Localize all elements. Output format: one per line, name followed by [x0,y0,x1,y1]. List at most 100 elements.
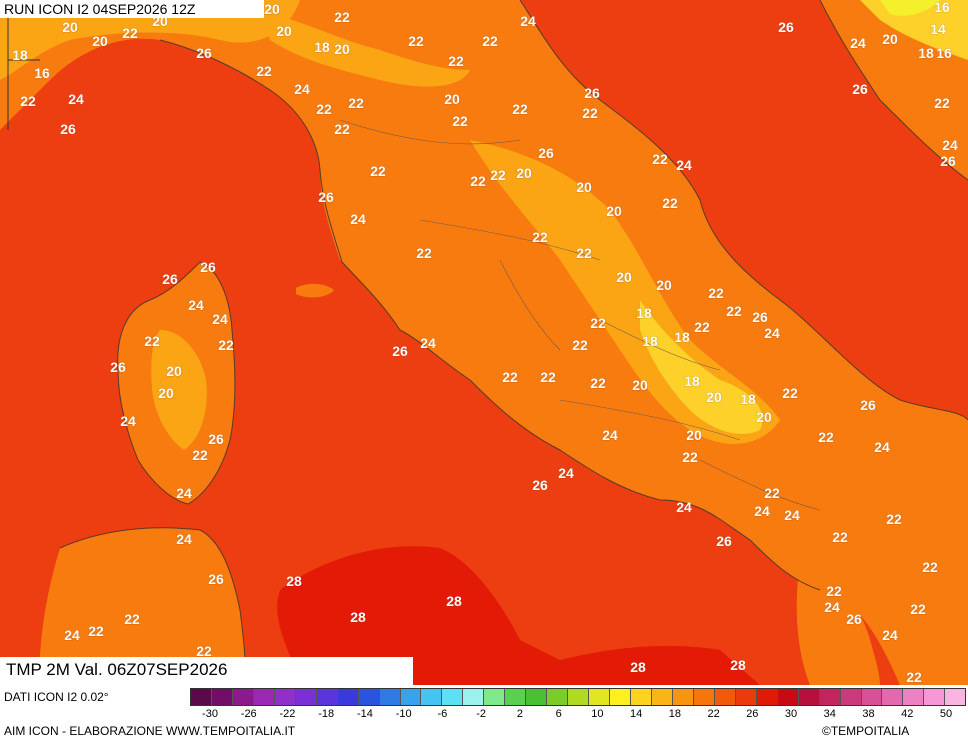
legend-tick-label: -18 [318,708,335,720]
temperature-value: 24 [676,157,692,173]
temperature-value: 20 [706,389,722,405]
legend-swatch [819,689,841,705]
temperature-value: 24 [176,531,192,547]
temperature-value: 22 [682,449,698,465]
temperature-value: 22 [192,447,208,463]
temperature-value: 22 [512,101,528,117]
temperature-value: 22 [502,369,518,385]
legend-tick-label: -22 [279,708,296,720]
temperature-value: 24 [784,507,800,523]
temperature-value: 26 [208,571,224,587]
temperature-value: 16 [34,65,50,81]
temperature-value: 24 [676,499,692,515]
temperature-value: 22 [590,375,606,391]
temperature-value: 22 [256,63,272,79]
temperature-value: 26 [752,309,768,325]
temperature-value: 24 [64,627,80,643]
temperature-value: 22 [144,333,160,349]
legend-swatch [735,689,757,705]
temperature-value: 24 [874,439,890,455]
temperature-value: 28 [730,657,746,673]
temperature-value: 22 [348,95,364,111]
legend-swatch [484,689,506,705]
temperature-value: 22 [334,121,350,137]
legend-swatch [903,689,925,705]
legend-swatch [274,689,296,705]
temperature-value: 26 [846,611,862,627]
legend-ticks: -30 -26 -22 -18 -14 -10 -6 -2 2 6 10 14 18 22 26 30 34 38… [190,708,966,722]
temperature-value: 22 [590,315,606,331]
temperature-value: 20 [166,363,182,379]
legend-tick-label: 22 [707,708,720,720]
temperature-value: 22 [886,511,902,527]
temperature-value: 22 [572,337,588,353]
temperature-value: 18 [918,45,934,61]
temperature-value: 28 [286,573,302,589]
temperature-value: 18 [740,391,756,407]
legend-swatch [924,689,946,705]
temperature-value: 26 [940,153,956,169]
temperature-value: 18 [674,329,690,345]
legend-tick-label: 50 [939,708,953,720]
temperature-value: 18 [636,305,652,321]
legend-swatch [442,689,464,705]
legend-swatch [191,689,212,705]
legend-tick-label: 42 [901,708,914,720]
legend-swatch [882,689,904,705]
legend-swatch [589,689,611,705]
temperature-value: 20 [616,269,632,285]
legend-swatch [295,689,317,705]
temperature-value: 24 [176,485,192,501]
legend-swatch [672,689,694,705]
legend-swatch [610,689,632,705]
temperature-value: 24 [882,627,898,643]
temperature-value: 22 [370,163,386,179]
variable-title: TMP 2M Val. 06Z07SEP2026 [0,657,413,685]
temperature-value: 20 [686,427,702,443]
temperature-value: 22 [470,173,486,189]
temperature-value: 20 [264,1,280,17]
temperature-value: 24 [294,81,310,97]
temperature-value: 22 [532,229,548,245]
legend-swatch [861,689,883,705]
legend-swatch [568,689,590,705]
temperature-value: 22 [652,151,668,167]
temperature-value: 22 [408,33,424,49]
temperature-value: 26 [110,359,126,375]
temperature-value: 28 [446,593,462,609]
temperature-value: 22 [906,669,922,685]
legend-swatch [714,689,736,705]
temperature-value: 20 [334,41,350,57]
temperature-value: 26 [778,19,794,35]
legend-swatch [400,689,422,705]
color-legend [190,688,966,706]
temperature-value: 16 [934,0,950,15]
temperature-value: 22 [452,113,468,129]
legend-swatch [756,689,778,705]
temperature-map: 20 22 242020 22202018 20 22 2218 26 2216 222422 24… [0,0,968,685]
temperature-value: 24 [68,91,84,107]
temperature-value: 24 [602,427,618,443]
legend-tick-label: 2 [516,708,523,720]
data-source-label: DATI ICON I2 0.02° [4,690,109,704]
temperature-value: 22 [122,25,138,41]
temperature-value: 20 [632,377,648,393]
temperature-value: 22 [316,101,332,117]
temperature-value: 22 [708,285,724,301]
temperature-value: 22 [540,369,556,385]
temperature-value: 18 [314,39,330,55]
temperature-value: 22 [88,623,104,639]
temperature-value: 20 [62,19,78,35]
temperature-value: 22 [582,105,598,121]
temperature-value: 26 [852,81,868,97]
legend-swatch [945,689,966,705]
temperature-value: 28 [350,609,366,625]
temperature-value: 24 [212,311,228,327]
temperature-value: 20 [656,277,672,293]
temperature-value: 22 [576,245,592,261]
temperature-value: 22 [922,559,938,575]
legend-tick-label: 14 [629,708,643,720]
temperature-value: 22 [910,601,926,617]
legend-swatch [337,689,359,705]
temperature-value: 20 [576,179,592,195]
